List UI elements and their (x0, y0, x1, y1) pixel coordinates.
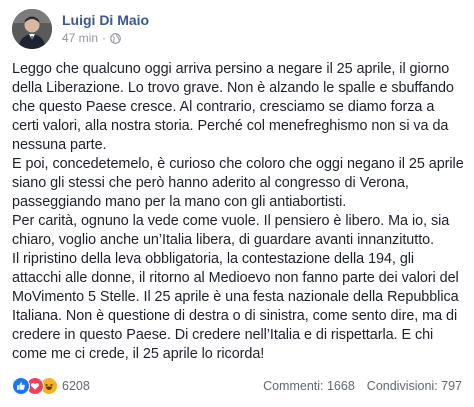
meta-separator: · (102, 31, 107, 45)
post-body: Leggo che qualcuno oggi arriva persino a… (12, 60, 464, 364)
author-name[interactable]: Luigi Di Maio (62, 12, 149, 28)
post-header: Luigi Di Maio 47 min · (12, 9, 462, 49)
avatar[interactable] (12, 9, 52, 49)
like-icon (12, 377, 30, 395)
shares-count[interactable]: Condivisioni: 797 (367, 379, 462, 393)
post-paragraph: Leggo che qualcuno oggi arriva persino a… (12, 61, 454, 153)
reaction-count: 6208 (62, 379, 90, 393)
post-time[interactable]: 47 min (62, 31, 98, 45)
post-paragraph: Per carità, ognuno la vede come vuole. I… (12, 213, 450, 248)
reactions-summary[interactable]: 6208 (12, 377, 90, 395)
engagement-stats: Commenti: 1668 Condivisioni: 797 (263, 379, 462, 393)
post-meta: 47 min · (62, 31, 121, 45)
comments-count[interactable]: Commenti: 1668 (263, 379, 355, 393)
globe-icon[interactable] (110, 32, 121, 44)
avatar-photo (12, 9, 52, 49)
post-paragraph: Il ripristino della leva obbligatoria, l… (12, 251, 459, 362)
post-paragraph: E poi, concedetemelo, è curioso che colo… (12, 156, 464, 210)
post-footer: 6208 Commenti: 1668 Condivisioni: 797 (12, 376, 462, 396)
